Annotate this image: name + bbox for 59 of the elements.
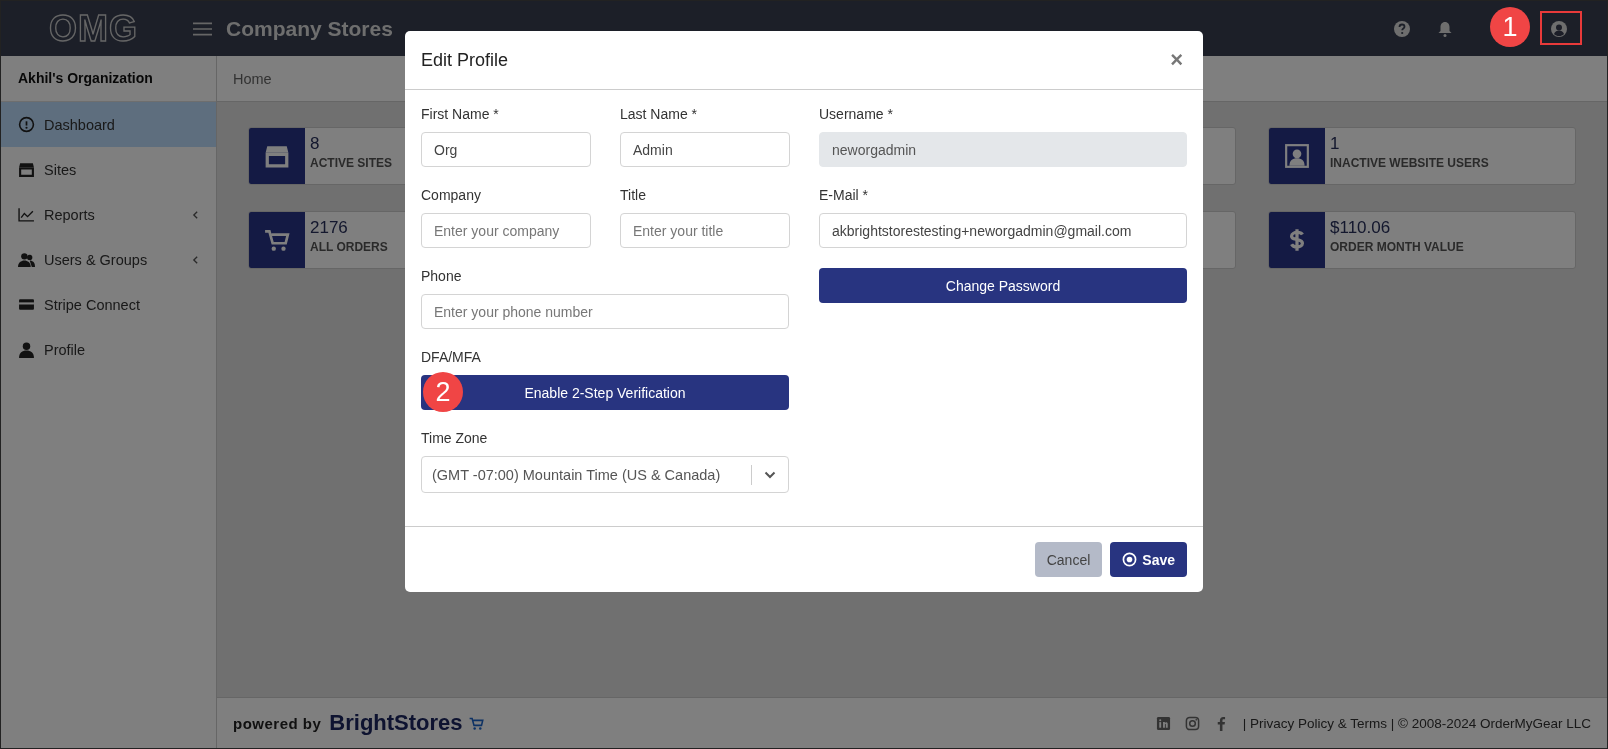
- chevron-down-icon: [764, 470, 776, 479]
- field-label: Last Name *: [620, 106, 699, 122]
- cancel-button[interactable]: Cancel: [1034, 542, 1103, 577]
- radio-icon: [1122, 552, 1138, 567]
- powered-by-text: powered by: [233, 714, 322, 732]
- field-label: Company: [421, 187, 482, 203]
- email-field[interactable]: akbrightstorestesting+neworgadmin@gmail.com: [819, 213, 1187, 248]
- phone-field[interactable]: Enter your phone number: [421, 294, 789, 329]
- help-icon[interactable]: [1394, 20, 1410, 37]
- sidebar-item[interactable]: Sites: [1, 147, 216, 192]
- sidebar-item[interactable]: Reports: [1, 192, 216, 237]
- stat-label: ACTIVE SITES: [310, 156, 392, 170]
- user-icon[interactable]: [1551, 20, 1567, 37]
- field-label: Username *: [819, 106, 894, 122]
- store-icon: [264, 143, 290, 169]
- menu-icon[interactable]: [193, 20, 212, 37]
- field-label: DFA/MFA: [421, 349, 482, 365]
- title-field[interactable]: Enter your title: [620, 213, 790, 248]
- person-icon: [18, 341, 35, 358]
- bell-icon[interactable]: [1437, 20, 1453, 37]
- close-button[interactable]: ×: [1166, 47, 1187, 73]
- brand-logo[interactable]: BrightStores: [329, 710, 463, 736]
- credit-card-icon: [18, 296, 35, 313]
- logo[interactable]: OMG: [1, 7, 186, 50]
- footer-links[interactable]: | Privacy Policy & Terms | © 2008-2024 OrderMyGear LLC: [1242, 715, 1591, 731]
- field-label: Phone: [421, 268, 463, 284]
- portrait-icon: [1284, 143, 1310, 169]
- stat-value: 2176: [310, 218, 349, 238]
- line-chart-icon: [18, 206, 35, 223]
- time-zone-select[interactable]: (GMT -07:00) Mountain Time (US & Canada): [421, 456, 789, 493]
- last-name-field[interactable]: Admin: [620, 132, 790, 167]
- field-label: Title: [620, 187, 647, 203]
- stat-value: $110.06: [1330, 218, 1392, 238]
- store-icon: [18, 161, 35, 178]
- cart-icon: [264, 227, 290, 253]
- users-icon: [18, 251, 35, 268]
- stat-value: 1: [1330, 134, 1341, 154]
- sidebar-item[interactable]: Users & Groups: [1, 237, 216, 282]
- cart-icon: [468, 715, 484, 731]
- sidebar-item[interactable]: Stripe Connect: [1, 282, 216, 327]
- instagram-icon[interactable]: [1184, 715, 1200, 731]
- field-label: Time Zone: [421, 430, 489, 446]
- company-field[interactable]: Enter your company: [421, 213, 591, 248]
- step-badge: 2: [423, 372, 463, 412]
- dialog-title: Edit Profile: [421, 49, 510, 71]
- breadcrumb-link[interactable]: Home: [233, 70, 272, 87]
- stat-label: ORDER MONTH VALUE: [1330, 240, 1464, 254]
- save-button[interactable]: Save: [1110, 542, 1187, 577]
- change-password-button[interactable]: Change Password: [819, 268, 1187, 303]
- stat-label: INACTIVE WEBSITE USERS: [1330, 156, 1489, 170]
- first-name-field[interactable]: Org: [421, 132, 591, 167]
- app-title: Company Stores: [226, 16, 393, 41]
- stat-value: 8: [310, 134, 321, 154]
- linkedin-icon[interactable]: [1155, 715, 1171, 731]
- sidebar-item[interactable]: Profile: [1, 327, 216, 372]
- sidebar-item[interactable]: Dashboard: [1, 102, 216, 147]
- stat-label: ALL ORDERS: [310, 240, 388, 254]
- field-label: First Name *: [421, 106, 500, 122]
- field-label: E-Mail *: [819, 187, 869, 203]
